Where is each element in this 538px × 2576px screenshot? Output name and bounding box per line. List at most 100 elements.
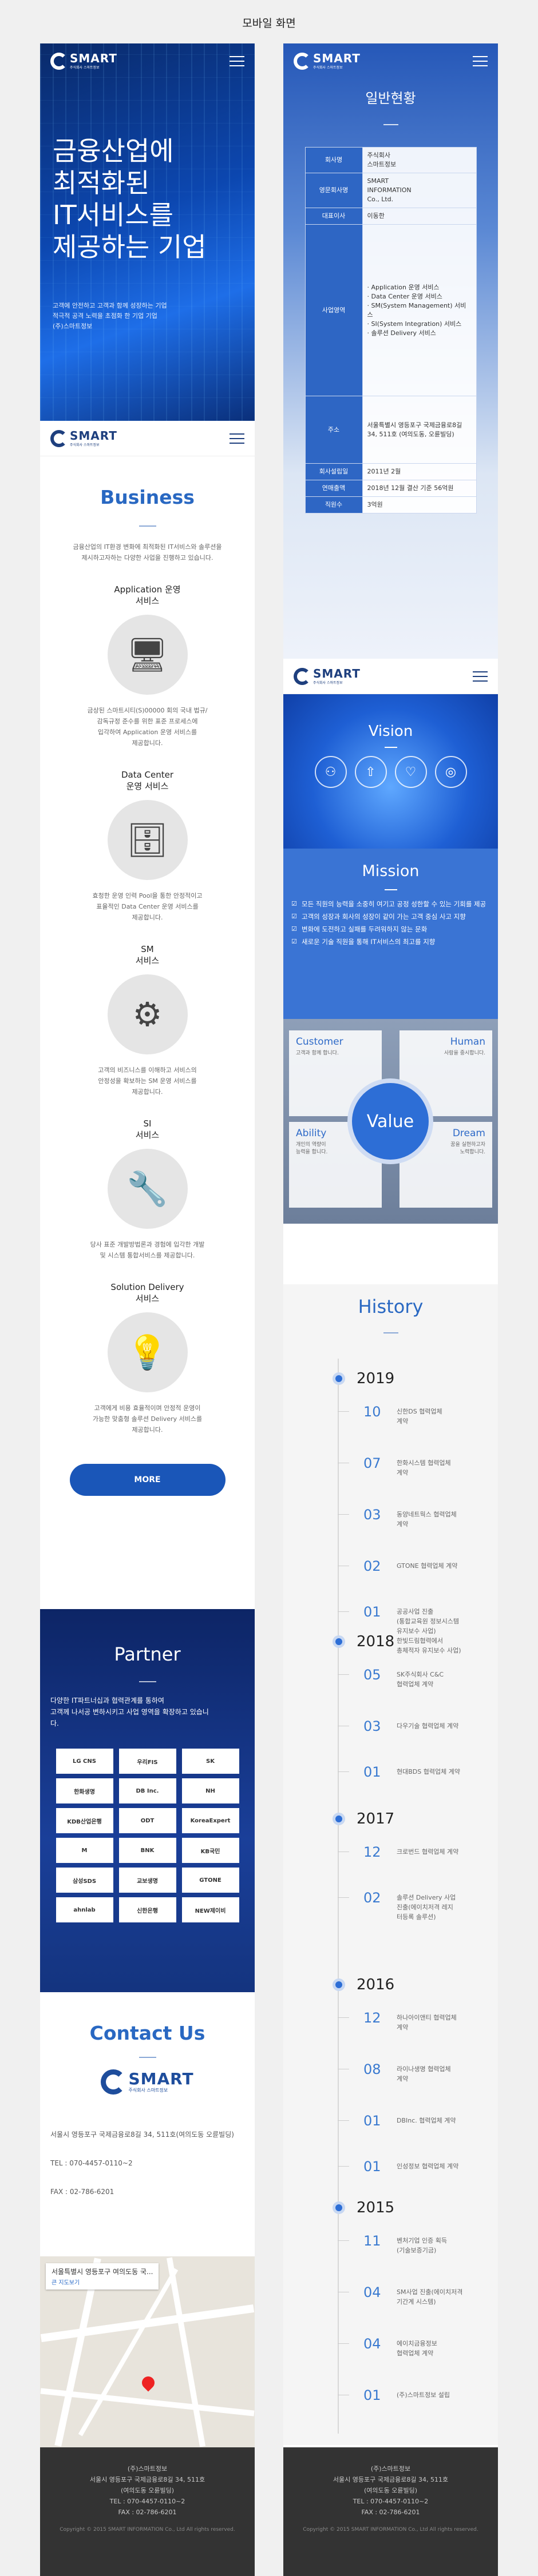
history-year-label: 2016 bbox=[357, 1976, 395, 1993]
history-text: DBInc. 협력업체 계약 bbox=[397, 2117, 456, 2124]
timeline-dot-icon bbox=[333, 1372, 345, 1385]
business-title: Business bbox=[100, 486, 195, 508]
table-value: SMART INFORMATION Co., Ltd. bbox=[362, 173, 477, 208]
table-value: 2018년 12월 결산 기준 56억원 bbox=[362, 480, 477, 497]
history-year-label: 2019 bbox=[357, 1370, 395, 1387]
history-month: 05 bbox=[363, 1667, 381, 1683]
logo[interactable]: SMART 주식회사 스마트정보 bbox=[294, 667, 361, 685]
value-desc: 고객과 함께 합니다. bbox=[296, 1050, 339, 1056]
list-item: SM(System Management) 서비스 bbox=[367, 301, 472, 320]
vision-title: Vision bbox=[368, 723, 413, 740]
logo-sub: 주식회사 스마트정보 bbox=[70, 443, 100, 447]
list-item: 솔루션 Delivery 서비스 bbox=[367, 329, 472, 338]
menu-icon[interactable] bbox=[230, 56, 244, 66]
contact-title: Contact Us bbox=[89, 2022, 205, 2044]
timeline-dot-icon bbox=[333, 1813, 345, 1825]
partner-logo: M bbox=[56, 1838, 113, 1863]
logo-text: SMART bbox=[70, 428, 117, 443]
table-row: 회사설립일 2011년 2월 bbox=[304, 463, 477, 480]
more-button[interactable]: MORE bbox=[69, 1464, 226, 1496]
partner-logo-grid: LG CNS 우리FIS SK 한화생명 DB Inc. NH KDB산업은행 … bbox=[40, 1749, 255, 1922]
timeline-dot-icon bbox=[333, 2201, 345, 2214]
tools-icon: 🔧 bbox=[107, 1149, 188, 1229]
logo[interactable]: SMART 주식회사 스마트정보 bbox=[50, 53, 117, 70]
history-event: 12 하나아이앤티 협력업체 계약 bbox=[338, 2010, 478, 2032]
history-section: History 2019 10 신한DS 협력업체 계약 07 한화시스템 협력업체 계… bbox=[283, 1284, 498, 2445]
table-value: 2011년 2월 bbox=[362, 463, 477, 480]
business-item-desc: 고객의 비즈니스를 이해하고 서비스의 안정성을 확보하는 SM 운영 서비스를… bbox=[98, 1066, 197, 1096]
vision-icons: ⚇ ⇧ ♡ ◎ bbox=[283, 756, 498, 788]
history-event: 01 인성정보 협력업체 계약 bbox=[338, 2159, 478, 2174]
contact-tel: TEL : 070-4457-0110~2 bbox=[50, 2159, 133, 2167]
history-text: 라이나생명 협력업체 계약 bbox=[397, 2065, 451, 2083]
table-value: 주식회사 스마트정보 bbox=[362, 147, 477, 173]
history-text: 다우기술 협력업체 계약 bbox=[397, 1722, 459, 1730]
history-month: 07 bbox=[363, 1455, 381, 1471]
globe-icon: ◎ bbox=[434, 756, 467, 788]
history-year: 2017 bbox=[333, 1810, 394, 1828]
partner-logo: LG CNS bbox=[56, 1749, 113, 1774]
partner-section: Partner 다양한 IT파트너십과 협력관계를 통하여 고객께 나서공 변하… bbox=[40, 1609, 255, 1992]
history-year: 2015 bbox=[333, 2199, 394, 2216]
history-text: GTONE 협력업체 계약 bbox=[397, 1562, 458, 1570]
overview-section: SMART 주식회사 스마트정보 일반현황 회사명 주식회사 스마트정보 영문회사명… bbox=[283, 43, 498, 659]
partner-logo: 교보생명 bbox=[118, 1868, 176, 1893]
business-item: Data Center 운영 서비스 🗄 효청한 운영 인력 Pool을 통한 … bbox=[40, 769, 255, 923]
mission-title: Mission bbox=[362, 862, 420, 880]
history-month: 01 bbox=[363, 2387, 381, 2403]
history-text: 솔루션 Delivery 사업 진출(에이치저격 레지 터등록 솔루션) bbox=[397, 1894, 456, 1921]
table-key: 대표이사 bbox=[304, 208, 363, 225]
business-section: Business 금융산업의 IT환경 변화에 최적화된 IT서비스와 솔루션을… bbox=[40, 456, 255, 1496]
history-text: 동양네트웍스 협력업체 계약 bbox=[397, 1511, 457, 1528]
map-link[interactable]: 큰 지도보기 bbox=[52, 2278, 153, 2286]
history-month: 12 bbox=[363, 1844, 381, 1860]
partner-logo: 한화생명 bbox=[56, 1778, 113, 1803]
history-event: 04 에이치금융정보 협력업체 계약 bbox=[338, 2336, 478, 2358]
footer-copyright: Copyright © 2015 SMART INFORMATION Co., … bbox=[303, 2527, 478, 2533]
history-event: 04 SM사업 진출(에이치저격 기간계 시스템) bbox=[338, 2285, 478, 2307]
table-row: 연매출액 2018년 12월 결산 기준 56억원 bbox=[304, 480, 477, 497]
partner-logo: KB국민 bbox=[181, 1838, 239, 1863]
history-text: SM사업 진출(에이치저격 기간계 시스템) bbox=[397, 2288, 463, 2306]
table-row: 직원수 3억원 bbox=[304, 496, 477, 513]
logo-mark-icon bbox=[50, 429, 68, 447]
partner-logo: SK bbox=[181, 1749, 239, 1774]
menu-icon[interactable] bbox=[473, 56, 488, 66]
history-event: 07 한화시스템 협력업체 계약 bbox=[338, 1455, 478, 1478]
business-item: SM 서비스 ⚙ 고객의 비즈니스를 이해하고 서비스의 안정성을 확보하는 S… bbox=[40, 943, 255, 1097]
history-month: 01 bbox=[363, 2113, 381, 2129]
mission-item: 변화에 도전하고 실패를 두려워하지 않는 문화 bbox=[291, 923, 490, 935]
partner-logo: GTONE bbox=[181, 1868, 239, 1893]
divider bbox=[139, 1681, 156, 1682]
partner-logo: 삼성SDS bbox=[56, 1868, 113, 1893]
history-text: 공공사업 진출 (통합교육원 정보시스템 유지보수 사업) 한빛드림협력에서 총… bbox=[397, 1608, 461, 1654]
history-event: 01 DBInc. 협력업체 계약 bbox=[338, 2113, 478, 2129]
partner-logo: KoreaExpert bbox=[181, 1808, 239, 1833]
table-key: 회사설립일 bbox=[304, 463, 363, 480]
history-event: 11 벤처기업 인증 획득 (기술보증기금) bbox=[338, 2233, 478, 2255]
footer-company: (주)스마트정보 bbox=[370, 2465, 411, 2473]
map[interactable]: 서울특별시 영등포구 여의도동 국... 큰 지도보기 bbox=[40, 2256, 255, 2448]
partner-logo: 신한은행 bbox=[118, 1897, 176, 1922]
list-item: Data Center 운영 서비스 bbox=[367, 292, 472, 301]
history-year: 2019 bbox=[333, 1370, 394, 1387]
menu-icon[interactable] bbox=[230, 433, 244, 444]
business-item: Solution Delivery 서비스 💡 고객에게 비용 효율적이며 안정… bbox=[40, 1281, 255, 1435]
menu-icon[interactable] bbox=[473, 671, 488, 682]
footer-fax: FAX : 02-786-6201 bbox=[118, 2509, 177, 2516]
logo-sub: 주식회사 스마트정보 bbox=[313, 680, 343, 685]
mission-item: 모든 직원의 능력을 소중히 여기고 공정 성한할 수 있는 기회를 제공 bbox=[291, 898, 490, 910]
table-row: 회사명 주식회사 스마트정보 bbox=[304, 147, 477, 173]
value-desc: 사람을 중시합니다. bbox=[444, 1050, 485, 1056]
table-key: 사업영역 bbox=[304, 224, 363, 396]
table-key: 직원수 bbox=[304, 496, 363, 513]
logo[interactable]: SMART 주식회사 스마트정보 bbox=[294, 53, 361, 70]
logo[interactable]: SMART 주식회사 스마트정보 bbox=[50, 428, 117, 447]
history-event: 02 GTONE 협력업체 계약 bbox=[338, 1559, 478, 1574]
overview-table: 회사명 주식회사 스마트정보 영문회사명 SMART INFORMATION Co.… bbox=[304, 147, 477, 513]
history-text: 한화시스템 협력업체 계약 bbox=[397, 1459, 451, 1476]
history-text: 벤처기업 인증 획득 (기술보증기금) bbox=[397, 2237, 447, 2254]
footer-address: 서울시 영등포구 국제금융로8길 34, 511호 (여의도동 오륜빌딩) bbox=[333, 2476, 449, 2494]
mission-item: 새로운 기술 직원을 통해 IT서비스의 최고를 지향 bbox=[291, 936, 490, 947]
partner-logo: DB Inc. bbox=[118, 1778, 176, 1803]
